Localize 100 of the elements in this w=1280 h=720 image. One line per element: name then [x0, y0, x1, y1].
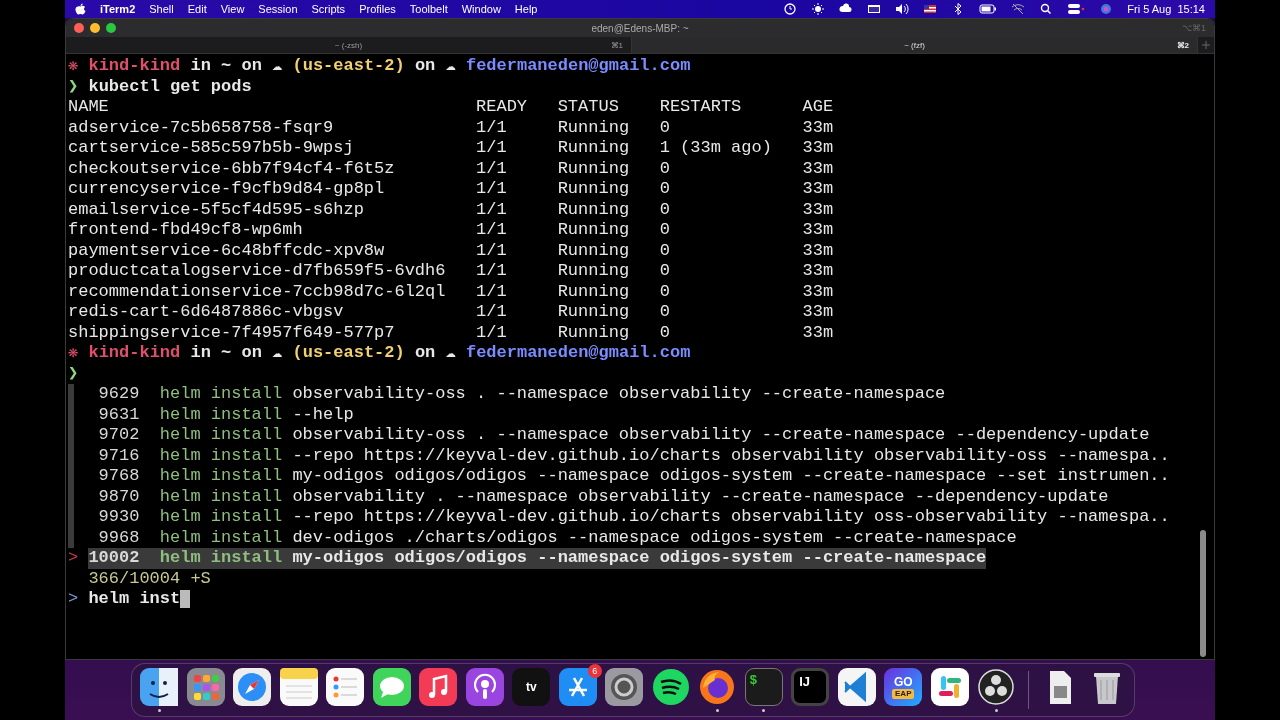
prompt-text: on ☁ [414, 56, 456, 77]
code-editor-icon[interactable] [837, 668, 876, 706]
history-entry[interactable]: 9716 helm install --repo https://keyval-dev.github.io/charts observability observability-oss --namespa.. [88, 445, 1170, 466]
table-cell: 0 [659, 158, 670, 178]
icon-label: IJ [799, 675, 811, 688]
table-cell: Running [557, 261, 630, 280]
menu-item[interactable]: Window [461, 3, 501, 15]
command-text: kubectl get pods [88, 76, 252, 97]
assistant-icon[interactable] [1099, 3, 1114, 15]
table-cell: 1/1 [476, 220, 507, 239]
cloud-icon[interactable] [839, 3, 854, 15]
prompt-arrow: ❯ [68, 363, 79, 384]
zoom-button[interactable] [106, 23, 116, 33]
history-entry[interactable]: 9631 helm install --help [88, 404, 354, 425]
menu-item[interactable]: Profiles [359, 3, 396, 15]
obs-icon[interactable] [977, 668, 1016, 706]
table-cell: Running [557, 220, 630, 239]
terminal-app-icon[interactable]: $ [744, 668, 783, 706]
prompt-context: kind-kind [88, 343, 181, 364]
checklist-icon[interactable] [326, 668, 365, 706]
table-cell: cartservice-585c597b5b-9wpsj [68, 138, 354, 157]
music-note-icon[interactable] [419, 668, 458, 706]
launchpad-icon[interactable] [186, 668, 225, 706]
table-cell: 0 [659, 179, 670, 198]
volume-icon[interactable] [895, 3, 910, 15]
table-cell: Running [557, 322, 630, 342]
column-header: STATUS [557, 97, 620, 118]
table-cell: checkoutservice-6bb7f94cf4-f6t5z [68, 158, 395, 178]
window-icon[interactable] [867, 3, 882, 15]
table-cell: recommendationservice-7ccb98d7c-6l2ql [68, 281, 446, 301]
icon-label: tv [525, 681, 537, 693]
table-cell: shippingservice-7f4957f649-577p7 [68, 322, 395, 342]
close-button[interactable] [74, 23, 84, 33]
flag-icon[interactable] [923, 3, 938, 15]
table-cell: adservice-7c5b658758-fsqr9 [68, 117, 334, 137]
tab[interactable]: ~ (fzf) ⌘2 [632, 37, 1198, 53]
table-cell: 0 [659, 302, 670, 321]
menu-item[interactable]: Session [258, 3, 298, 15]
minimize-button[interactable] [90, 23, 100, 33]
icon-label: EAP [892, 688, 915, 699]
sun-icon[interactable] [811, 3, 826, 15]
column-header: RESTARTS [659, 97, 743, 118]
history-entry[interactable]: 9629 helm install observability-oss . --namespace observability --create-namespace [88, 384, 946, 405]
table-cell: 1/1 [476, 199, 507, 219]
table-cell: 0 [659, 220, 670, 239]
column-header: READY [476, 97, 529, 118]
wifi-off-icon[interactable] [1011, 3, 1026, 15]
app-menu[interactable]: iTerm2 [100, 3, 136, 15]
table-cell: 0 [659, 199, 670, 219]
menu-item[interactable]: Help [514, 3, 538, 15]
history-entry[interactable]: 10002 helm install my-odigos odigos/odigos --namespace odigos-system --create-namespace [88, 548, 987, 569]
prompt-marker: ❋ [68, 343, 79, 364]
menu-item[interactable]: Shell [149, 3, 174, 15]
apple-logo-icon[interactable] [75, 2, 86, 16]
table-cell: redis-cart-6d6487886c-vbgsv [68, 302, 344, 321]
table-cell: Running [557, 240, 630, 260]
table-cell: 1 (33m ago) [659, 138, 772, 157]
menu-bar-clock[interactable]: Fri 5 Aug 15:14 [1127, 3, 1205, 15]
control-center-icon[interactable] [1067, 3, 1086, 15]
table-cell: currencyservice-f9cfb9d84-gp8pl [68, 179, 385, 198]
table-cell: 1/1 [476, 322, 507, 342]
table-cell: 0 [659, 117, 670, 137]
search-icon[interactable] [1039, 3, 1054, 15]
menu-item[interactable]: Scripts [311, 3, 346, 15]
history-entry[interactable]: 9870 helm install observability . --namespace observability --create-namespace --dependency-update [88, 486, 1109, 507]
table-cell: 33m [802, 261, 834, 280]
table-cell: 33m [802, 199, 834, 219]
table-cell: emailservice-5f5cf4d595-s6hzp [68, 199, 364, 219]
spotify-icon[interactable] [651, 668, 690, 706]
prompt-text: on ☁ [414, 343, 456, 364]
table-cell: 1/1 [476, 302, 507, 321]
finder-icon[interactable] [140, 668, 179, 706]
icon-label: $ [749, 673, 757, 686]
intellij-app-icon[interactable]: IJ [791, 668, 830, 706]
history-entry[interactable]: 9768 helm install my-odigos odigos/odigos --namespace odigos-system --create-namespace --set instrumen.. [88, 466, 1170, 487]
menu-item[interactable]: View [220, 3, 245, 15]
history-entry[interactable]: 9968 helm install dev-odigos ./charts/odigos --namespace odigos-system --create-namespace [88, 527, 1017, 548]
table-cell: 0 [659, 261, 670, 280]
search-query: helm inst [88, 589, 181, 610]
battery-icon[interactable] [979, 3, 998, 15]
table-cell: Running [557, 179, 630, 198]
prompt-arrow: ❯ [68, 76, 79, 97]
podcast-icon[interactable] [465, 668, 504, 706]
speech-bubble-icon[interactable] [372, 668, 411, 706]
slack-icon[interactable] [930, 668, 969, 706]
scrollbar-thumb[interactable] [1200, 530, 1206, 657]
history-entry[interactable]: 9702 helm install observability-oss . --namespace observability --create-namespace --dependency-update [88, 425, 1150, 446]
tv-app-icon[interactable]: tv [512, 668, 551, 706]
table-cell: 0 [659, 281, 670, 301]
prompt-region: (us-east-2) [292, 343, 405, 364]
history-entry[interactable]: 9930 helm install --repo https://keyval-dev.github.io/charts observability oss-observability --namespa.. [88, 507, 1170, 528]
notepad-icon[interactable] [279, 668, 318, 706]
menu-item[interactable]: Edit [187, 3, 207, 15]
compass-icon[interactable] [233, 668, 272, 706]
clock-face-icon[interactable] [783, 3, 798, 15]
goland-app-icon[interactable]: GO EAP [884, 668, 923, 706]
search-prompt: > [68, 589, 80, 610]
menu-item[interactable]: Toolbelt [409, 3, 448, 15]
app-store-icon[interactable] [558, 668, 597, 706]
column-header: NAME [68, 97, 110, 118]
